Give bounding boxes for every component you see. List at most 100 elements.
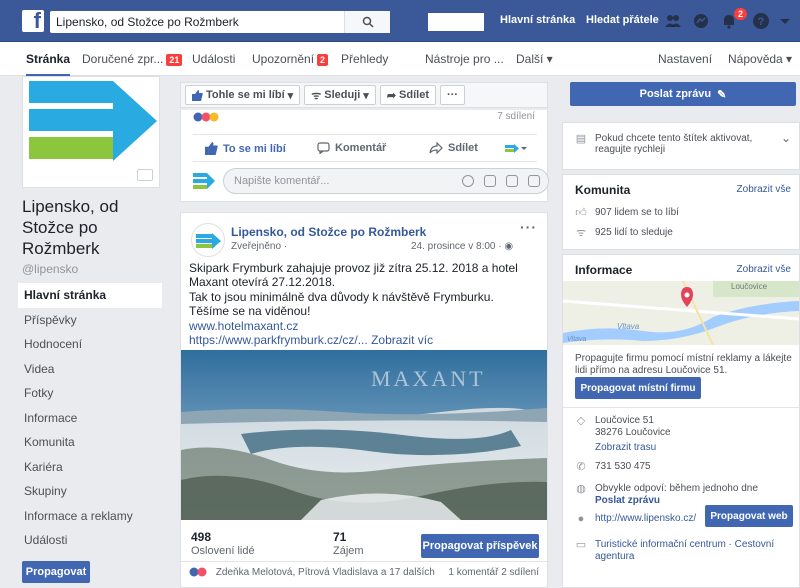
pencil-icon: ✎ — [717, 88, 727, 101]
website-link[interactable]: http://www.lipensko.cz/ — [595, 513, 696, 524]
phone-number[interactable]: 731 530 475 — [595, 461, 651, 472]
redacted-profile-area — [428, 13, 484, 31]
post-photo-lake-winter[interactable]: MAXANT — [181, 350, 547, 520]
home-link[interactable]: Hlavní stránka — [500, 14, 575, 26]
info-box: Informace Zobrazit vše Loučovice Vltava … — [562, 254, 800, 588]
promote-button[interactable]: Propagovat — [22, 561, 90, 583]
tab-more[interactable]: Další ▾ — [516, 52, 553, 66]
reactions-icon — [193, 112, 219, 122]
promote-post-button[interactable]: Propagovat příspěvek — [421, 534, 539, 558]
get-directions-link[interactable]: Zobrazit trasu — [595, 442, 656, 453]
link-hotel-maxant[interactable]: www.hotelmaxant.cz — [189, 319, 541, 333]
info-show-all[interactable]: Zobrazit vše — [737, 264, 791, 275]
tab-notifications[interactable]: Upozornění 2 — [252, 52, 329, 66]
category-icon: ▭ — [575, 539, 587, 551]
left-nav-groups[interactable]: Skupiny — [18, 479, 162, 504]
follow-page-button[interactable]: ᯤ Sleduji ▾ — [304, 85, 376, 105]
address-line-1: Loučovice 51 — [595, 415, 654, 426]
camera-icon[interactable] — [484, 175, 496, 187]
profile-picture[interactable] — [22, 76, 160, 188]
search-button[interactable] — [344, 11, 390, 33]
left-nav-events[interactable]: Události — [18, 528, 162, 553]
post-author-avatar[interactable] — [191, 223, 225, 257]
share-page-button[interactable]: ➦ Sdílet — [379, 85, 436, 105]
thumbs-up-icon — [205, 142, 218, 155]
page-navigation: Stránka Doručené zpr... 21 Události Upozo… — [0, 42, 800, 76]
share-arrow-icon: ➦ — [386, 89, 397, 102]
thumbs-up-icon: 👍︎ — [575, 207, 587, 219]
messenger-icon[interactable] — [692, 12, 710, 30]
sticker-icon[interactable] — [528, 175, 540, 187]
tab-settings[interactable]: Nastavení — [658, 52, 712, 66]
tab-page[interactable]: Stránka — [26, 52, 71, 76]
promote-website-button[interactable]: Propagovat web — [705, 505, 793, 527]
left-nav-about[interactable]: Informace — [18, 406, 162, 431]
tab-help[interactable]: Nápověda ▾ — [728, 52, 792, 66]
camera-icon[interactable] — [137, 169, 153, 181]
search-icon — [362, 16, 374, 28]
post-share-button[interactable]: Sdílet — [429, 142, 478, 154]
search-input[interactable] — [50, 12, 344, 32]
tab-publishing-tools[interactable]: Nástroje pro ... — [425, 52, 504, 66]
link-park-frymburk[interactable]: https://www.parkfrymburk.cz/cz/... — [189, 333, 368, 347]
page-handle[interactable]: @lipensko — [22, 262, 78, 276]
right-column: Poslat zprávu ✎ ▤ Pokud chcete tento ští… — [562, 76, 800, 588]
left-nav-community[interactable]: Komunita — [18, 430, 162, 455]
facebook-logo-icon[interactable]: f — [22, 8, 44, 33]
search-box — [50, 11, 390, 33]
emoji-icon[interactable] — [462, 175, 474, 187]
left-nav-videos[interactable]: Videa — [18, 357, 162, 382]
post-comment-button[interactable]: Komentář — [317, 142, 386, 154]
send-message-button[interactable]: Poslat zprávu ✎ — [570, 82, 796, 106]
likes-count[interactable]: 907 lidem se to líbí — [595, 207, 679, 218]
post-like-button[interactable]: To se mi líbí — [205, 142, 286, 155]
see-more-link[interactable]: Zobrazit víc — [371, 333, 433, 347]
address-line-2: 38276 Loučovice — [595, 427, 671, 438]
left-nav-reviews[interactable]: Hodnocení — [18, 332, 162, 357]
friend-requests-icon[interactable] — [664, 12, 682, 30]
tab-inbox[interactable]: Doručené zpr... 21 — [82, 52, 183, 66]
svg-text:Loučovice: Loučovice — [731, 282, 768, 291]
tab-insights[interactable]: Přehledy — [341, 52, 388, 66]
left-nav-photos[interactable]: Fotky — [18, 381, 162, 406]
followers-count[interactable]: 925 lidí to sleduje — [595, 227, 673, 238]
chevron-down-icon[interactable]: ⌄ — [781, 131, 791, 145]
post-options-icon[interactable]: ··· — [520, 219, 537, 235]
page-action-bar: Tohle se mi líbí ▾ ᯤ Sleduji ▾ ➦ Sdílet ··… — [180, 82, 548, 108]
comment-input[interactable]: Napište komentář... — [223, 168, 549, 194]
left-nav-info-ads[interactable]: Informace a reklamy — [18, 504, 162, 529]
left-nav-home[interactable]: Hlavní stránka — [18, 283, 162, 308]
post-timestamp[interactable]: 24. prosince v 8:00 · ◉ — [411, 241, 513, 252]
account-menu-icon[interactable] — [776, 12, 794, 30]
more-options-button[interactable]: ··· — [440, 85, 465, 105]
phone-icon: ✆ — [576, 461, 586, 473]
post-stats: 498 Oslovení lidé 71 Zájem Propagovat př… — [181, 520, 547, 562]
promote-local-business-button[interactable]: Propagovat místní firmu — [575, 377, 701, 399]
map-image: Loučovice Vltava Vltava — [563, 281, 799, 345]
left-nav-posts[interactable]: Příspěvky — [18, 308, 162, 333]
send-message-link[interactable]: Poslat zprávu — [595, 495, 660, 506]
tab-events[interactable]: Události — [192, 52, 235, 66]
chevron-down-icon: ▾ — [287, 89, 294, 102]
tag-note-box: ▤ Pokud chcete tento štítek aktivovat, r… — [562, 122, 800, 170]
gif-icon[interactable] — [506, 175, 518, 187]
thumbs-up-icon — [192, 89, 203, 101]
location-diamond-icon: ◇ — [576, 415, 586, 427]
like-page-button[interactable]: Tohle se mi líbí ▾ — [185, 85, 301, 105]
notifications-badge: 2 — [733, 7, 749, 21]
community-show-all[interactable]: Zobrazit vše — [737, 184, 791, 195]
page-avatar-selector-icon[interactable] — [505, 143, 527, 155]
left-nav-jobs[interactable]: Kariéra — [18, 455, 162, 480]
winter-landscape-image: MAXANT — [181, 350, 547, 520]
comment-composer: Napište komentář... — [193, 168, 549, 194]
comments-shares-count[interactable]: 1 komentář 2 sdílení — [448, 567, 539, 578]
community-box: Komunita Zobrazit vše 👍︎ 907 lidem se to… — [562, 174, 800, 250]
location-map[interactable]: Loučovice Vltava Vltava — [563, 281, 799, 345]
previous-post: 7 sdílení To se mi líbí Komentář Sdílet … — [180, 110, 549, 202]
find-friends-link[interactable]: Hledat přátele — [586, 14, 659, 26]
help-icon[interactable]: ? — [752, 12, 770, 30]
category-link[interactable]: Turistické informační centrum · Cestovní… — [595, 539, 785, 563]
share-count[interactable]: 7 sdílení — [497, 111, 535, 122]
post-author-name[interactable]: Lipensko, od Stožce po Rožmberk — [231, 225, 426, 239]
post-action-row: To se mi líbí Komentář Sdílet — [193, 134, 537, 162]
